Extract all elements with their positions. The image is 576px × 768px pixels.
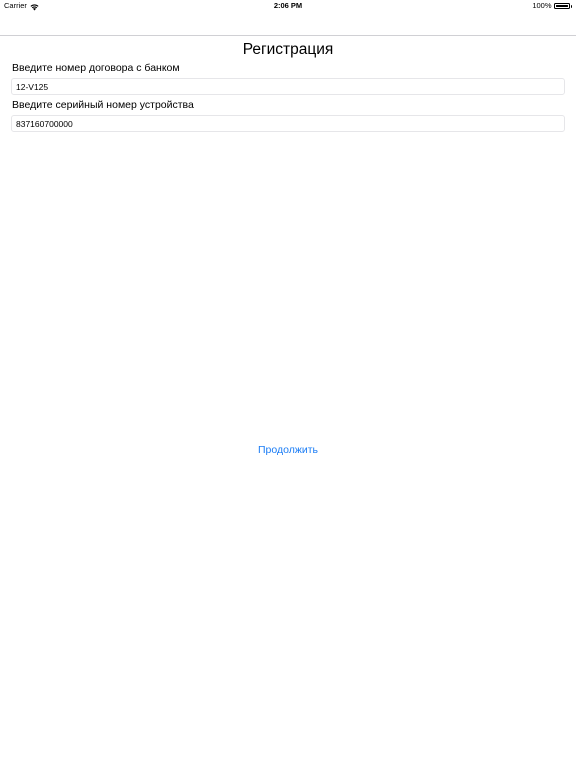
page-title: Регистрация <box>242 41 334 58</box>
status-time: 2:06 PM <box>273 1 303 10</box>
status-right: 100% <box>532 0 572 12</box>
serial-number-label: Введите серийный номер устройства <box>12 99 194 111</box>
continue-button[interactable]: Продолжить <box>0 442 576 458</box>
navigation-bar <box>0 12 576 36</box>
contract-number-input[interactable] <box>11 78 565 95</box>
serial-number-input[interactable] <box>11 115 565 132</box>
battery-fill <box>555 5 568 7</box>
battery-icon <box>553 3 570 9</box>
contract-number-label: Введите номер договора с банком <box>12 62 180 74</box>
status-bar: Carrier 2:06 PM 100% <box>0 0 576 12</box>
battery-tip <box>570 4 572 8</box>
registration-screen: Carrier 2:06 PM 100% Регистрация Введите… <box>0 0 576 768</box>
battery-percent: 100% <box>532 1 552 10</box>
